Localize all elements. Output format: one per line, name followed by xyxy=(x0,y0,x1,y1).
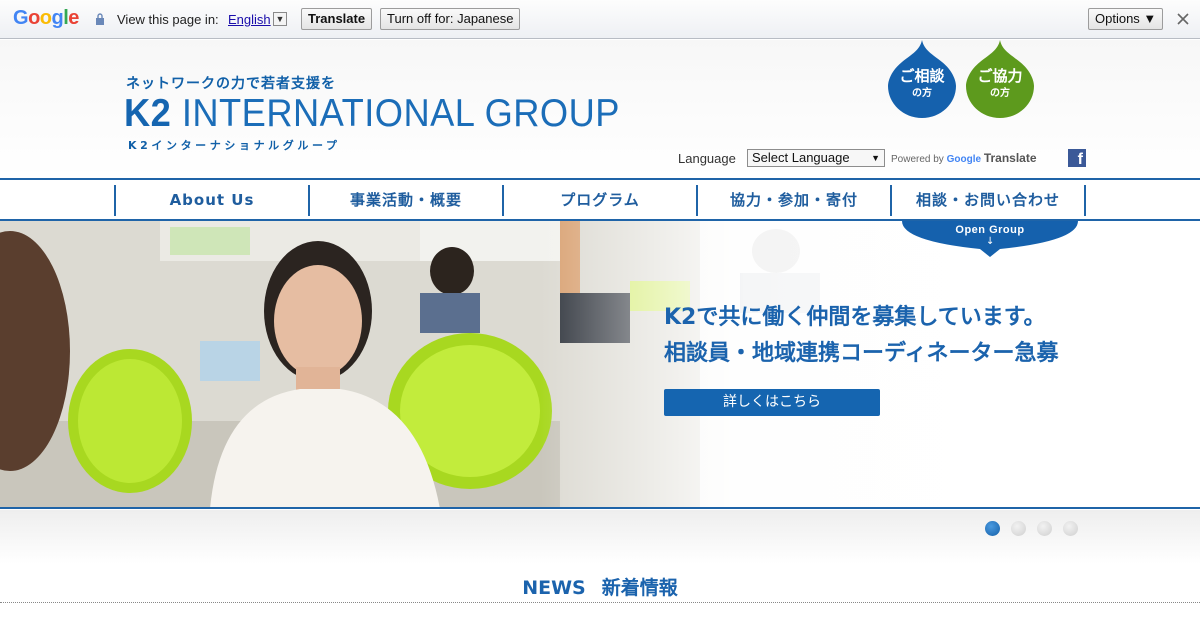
brand-name: INTERNATIONAL GROUP xyxy=(171,92,620,135)
brand-kana: K2インターナショナルグループ xyxy=(128,139,341,152)
nav-business[interactable]: 事業活動・概要 xyxy=(308,185,502,216)
options-button[interactable]: Options ▼ xyxy=(1088,8,1164,30)
close-icon[interactable] xyxy=(1176,12,1190,26)
language-label: Language xyxy=(678,151,736,166)
language-link[interactable]: English xyxy=(228,12,271,27)
google-logo: Google xyxy=(13,7,79,29)
slider-dot-2[interactable] xyxy=(1011,521,1026,536)
details-button[interactable]: 詳しくはこちら xyxy=(664,389,880,416)
powered-by-google[interactable]: Powered by Google Translate xyxy=(891,151,1037,165)
hero-headline: K2で共に働く仲間を募集しています。 相談員・地域連携コーディネーター急募 xyxy=(664,300,1058,372)
translate-text: Translate xyxy=(983,151,1037,165)
headline-line-2: 相談員・地域連携コーディネーター急募 xyxy=(664,341,1059,366)
consult-sub: の方 xyxy=(912,88,932,99)
google-translate-bar: Google View this page in: English ▼ Tran… xyxy=(0,0,1200,39)
brand-k2: K2 xyxy=(124,92,172,135)
slider-dot-3[interactable] xyxy=(1037,521,1052,536)
language-select-value: Select Language xyxy=(752,150,850,165)
slider-dot-1[interactable] xyxy=(985,521,1000,536)
chevron-down-icon: ▼ xyxy=(871,153,880,163)
nav-program[interactable]: プログラム xyxy=(502,185,696,216)
news-heading: NEWS 新着情報 xyxy=(0,573,1200,600)
support-title: ご協力 xyxy=(977,67,1023,85)
language-select[interactable]: Select Language ▼ xyxy=(747,149,885,167)
brand-logo[interactable]: K2 INTERNATIONAL GROUP xyxy=(124,92,620,136)
view-page-text: View this page in: xyxy=(117,12,219,27)
headline-line-1: K2で共に働く仲間を募集しています。 xyxy=(664,305,1046,330)
nav-support[interactable]: 協力・参加・寄付 xyxy=(696,185,890,216)
nav-about-us[interactable]: About Us xyxy=(114,185,308,216)
news-title-ja: 新着情報 xyxy=(601,577,678,599)
facebook-icon[interactable]: f xyxy=(1068,149,1086,167)
lock-icon xyxy=(96,13,104,25)
powered-by-text: Powered by xyxy=(891,154,944,165)
consult-title: ご相談 xyxy=(899,67,945,85)
google-wordmark: Google xyxy=(946,154,982,165)
news-title-en: NEWS xyxy=(522,577,586,599)
tagline: ネットワークの力で若者支援を xyxy=(126,76,336,92)
language-dropdown-icon[interactable]: ▼ xyxy=(273,12,287,26)
nav-contact[interactable]: 相談・お問い合わせ xyxy=(890,185,1084,216)
support-sub: の方 xyxy=(990,88,1010,99)
main-nav: About Us 事業活動・概要 プログラム 協力・参加・寄付 相談・お問い合わ… xyxy=(0,178,1200,221)
turn-off-button[interactable]: Turn off for: Japanese xyxy=(380,8,521,30)
nav-divider xyxy=(1084,185,1086,216)
open-group-label[interactable]: Open Group xyxy=(902,224,1078,236)
down-arrow-icon: ↓ xyxy=(986,236,995,247)
translate-button[interactable]: Translate xyxy=(301,8,373,30)
divider xyxy=(0,602,1200,603)
slider-dot-4[interactable] xyxy=(1063,521,1078,536)
